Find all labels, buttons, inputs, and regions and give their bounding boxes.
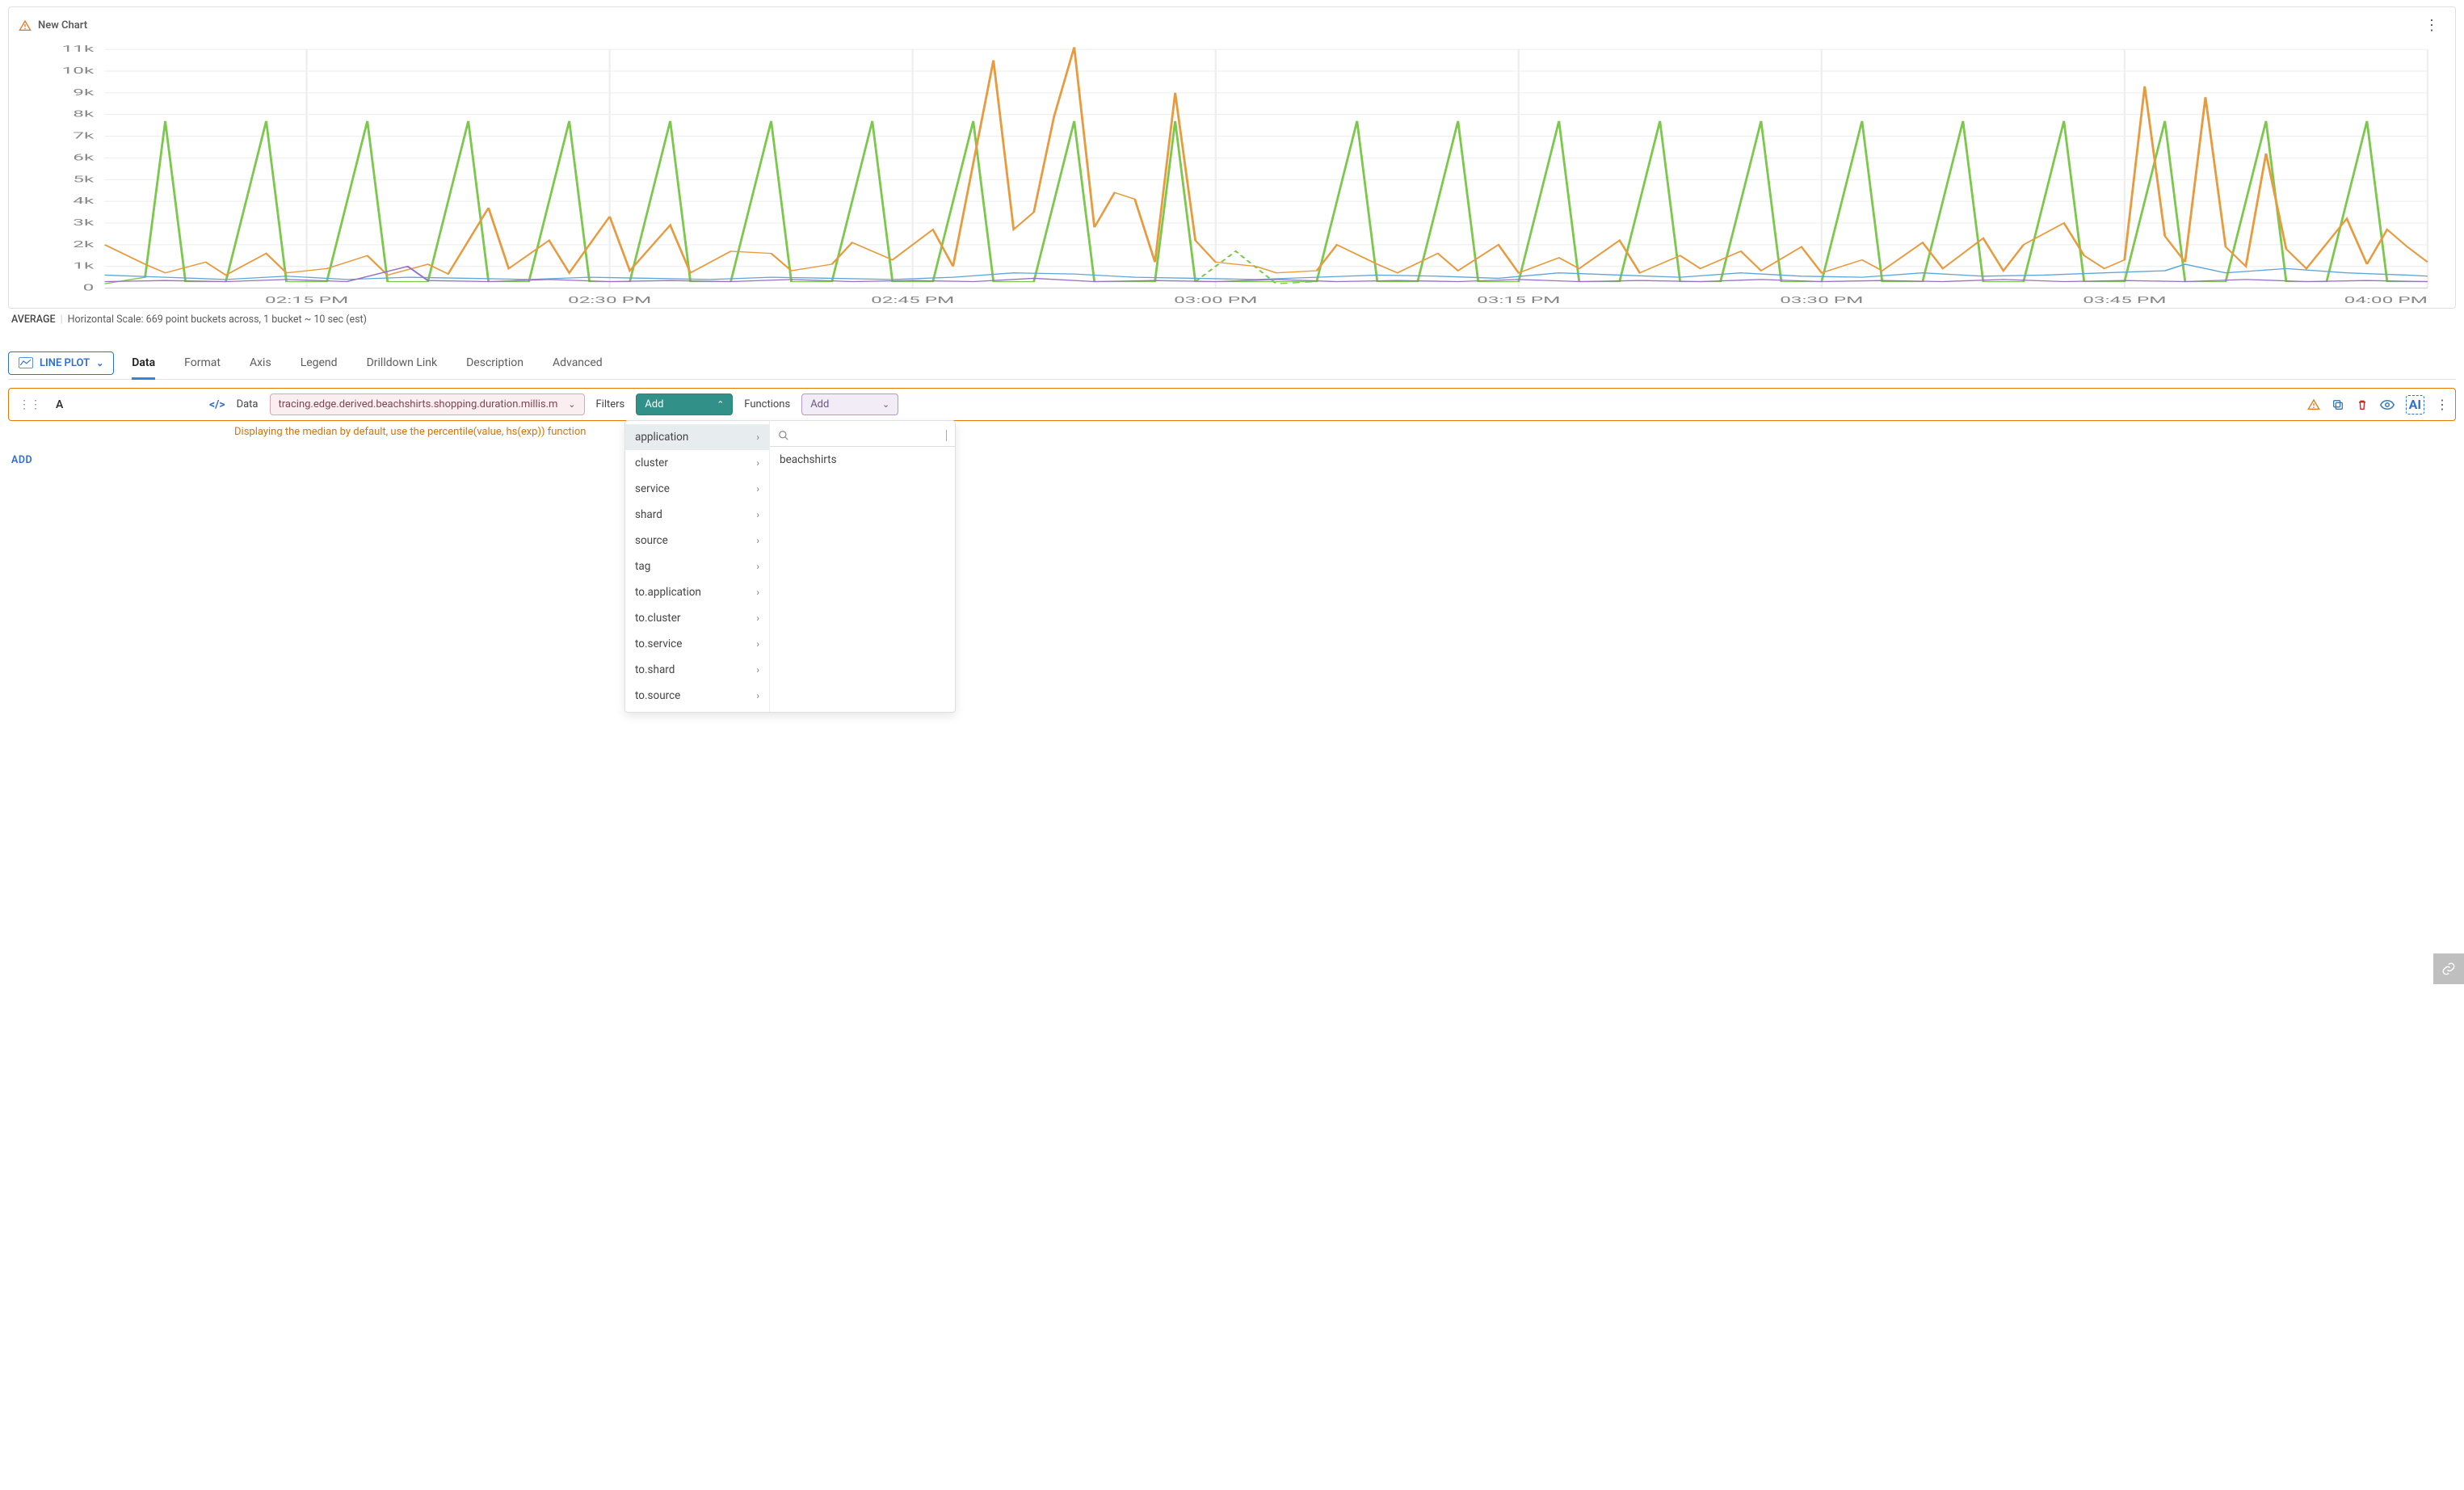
svg-text:03:00 PM: 03:00 PM — [1174, 294, 1257, 305]
chevron-right-icon: › — [756, 535, 759, 546]
chevron-right-icon: › — [756, 431, 759, 443]
tab-advanced[interactable]: Advanced — [553, 347, 603, 379]
filter-item-application[interactable]: application› — [625, 424, 769, 450]
functions-label: Functions — [744, 398, 790, 410]
filter-item-to-cluster[interactable]: to.cluster› — [625, 605, 769, 631]
chevron-right-icon: › — [756, 664, 759, 676]
svg-text:4k: 4k — [73, 196, 95, 207]
warning-icon[interactable] — [2307, 398, 2320, 411]
filters-label: Filters — [596, 398, 625, 410]
tab-drilldown-link[interactable]: Drilldown Link — [367, 347, 438, 379]
svg-text:04:00 PM: 04:00 PM — [2344, 294, 2428, 305]
filter-item-to-source[interactable]: to.source› — [625, 683, 769, 709]
search-icon — [778, 430, 789, 441]
share-link-button[interactable] — [2433, 953, 2464, 984]
svg-text:7k: 7k — [73, 130, 95, 141]
chevron-down-icon: ⌄ — [568, 399, 575, 410]
svg-text:02:15 PM: 02:15 PM — [265, 294, 348, 305]
metric-selector[interactable]: tracing.edge.derived.beachshirts.shoppin… — [270, 394, 585, 415]
line-plot-icon — [19, 357, 33, 368]
svg-text:3k: 3k — [73, 217, 95, 228]
svg-text:10k: 10k — [62, 65, 95, 76]
add-function-button[interactable]: Add ⌄ — [801, 394, 898, 415]
link-icon — [2441, 962, 2456, 976]
svg-text:8k: 8k — [73, 108, 95, 120]
filter-item-tag[interactable]: tag› — [625, 553, 769, 579]
chevron-down-icon: ⌄ — [96, 358, 103, 368]
filter-search-input[interactable] — [794, 429, 944, 441]
chevron-right-icon: › — [756, 587, 759, 598]
copy-icon[interactable] — [2332, 398, 2344, 411]
filter-item-to-shard[interactable]: to.shard› — [625, 657, 769, 683]
chevron-right-icon: › — [756, 483, 759, 495]
filter-item-to-service[interactable]: to.service› — [625, 631, 769, 657]
chart-summary: AVERAGE|Horizontal Scale: 669 point buck… — [8, 309, 2456, 327]
chevron-right-icon: › — [756, 638, 759, 650]
add-filter-button[interactable]: Add ⌃ — [636, 394, 733, 415]
filter-item-shard[interactable]: shard› — [625, 502, 769, 528]
query-menu-button[interactable]: ⋮ — [2436, 397, 2449, 412]
add-query-button[interactable]: ADD — [11, 454, 2456, 466]
filter-item-cluster[interactable]: cluster› — [625, 450, 769, 476]
chevron-up-icon: ⌃ — [717, 399, 724, 410]
chart-title[interactable]: New Chart — [38, 19, 87, 32]
tab-format[interactable]: Format — [184, 347, 221, 379]
filter-item-to-application[interactable]: to.application› — [625, 579, 769, 605]
tab-axis[interactable]: Axis — [250, 347, 271, 379]
hint-text: Displaying the median by default, use th… — [234, 426, 2453, 438]
chevron-right-icon: › — [756, 509, 759, 520]
chart-menu-button[interactable]: ⋮ — [2418, 14, 2445, 37]
plot-type-selector[interactable]: LINE PLOT ⌄ — [8, 351, 114, 375]
tab-data[interactable]: Data — [132, 347, 155, 379]
filter-popover: application›cluster›service›shard›source… — [624, 420, 956, 713]
svg-text:5k: 5k — [73, 174, 95, 185]
svg-text:03:45 PM: 03:45 PM — [2083, 294, 2166, 305]
svg-text:03:30 PM: 03:30 PM — [1780, 294, 1863, 305]
filter-item-service[interactable]: service› — [625, 476, 769, 502]
line-chart[interactable]: 0 1k 2k 3k 4k 5k 6k 7k 8k 9k 10k 11k 02:15 PM 02:30 P… — [15, 44, 2445, 308]
svg-text:6k: 6k — [73, 152, 95, 163]
svg-text:0: 0 — [83, 282, 95, 293]
chevron-right-icon: › — [756, 612, 759, 624]
svg-text:02:30 PM: 02:30 PM — [568, 294, 651, 305]
chevron-right-icon: › — [756, 561, 759, 572]
tab-description[interactable]: Description — [466, 347, 523, 379]
ai-icon[interactable]: AI — [2406, 395, 2424, 415]
warning-icon — [19, 19, 32, 32]
code-toggle-icon[interactable]: </> — [209, 398, 225, 411]
eye-icon[interactable] — [2380, 399, 2395, 410]
filter-item-source[interactable]: source› — [625, 528, 769, 553]
svg-text:03:15 PM: 03:15 PM — [1477, 294, 1560, 305]
chevron-right-icon: › — [756, 690, 759, 701]
data-label: Data — [237, 398, 259, 410]
chevron-right-icon: › — [756, 457, 759, 469]
filter-result[interactable]: beachshirts — [770, 447, 955, 473]
query-row: ⋮⋮ A </> Data tracing.edge.derived.beach… — [8, 388, 2456, 421]
svg-text:11k: 11k — [62, 44, 95, 54]
chevron-down-icon: ⌄ — [882, 399, 889, 410]
svg-text:1k: 1k — [73, 260, 95, 271]
query-letter: A — [56, 398, 74, 411]
trash-icon[interactable] — [2356, 398, 2369, 411]
tab-legend[interactable]: Legend — [301, 347, 338, 379]
drag-handle-icon[interactable]: ⋮⋮ — [15, 398, 44, 411]
svg-text:02:45 PM: 02:45 PM — [871, 294, 954, 305]
svg-text:2k: 2k — [73, 238, 95, 250]
svg-text:9k: 9k — [73, 86, 95, 98]
